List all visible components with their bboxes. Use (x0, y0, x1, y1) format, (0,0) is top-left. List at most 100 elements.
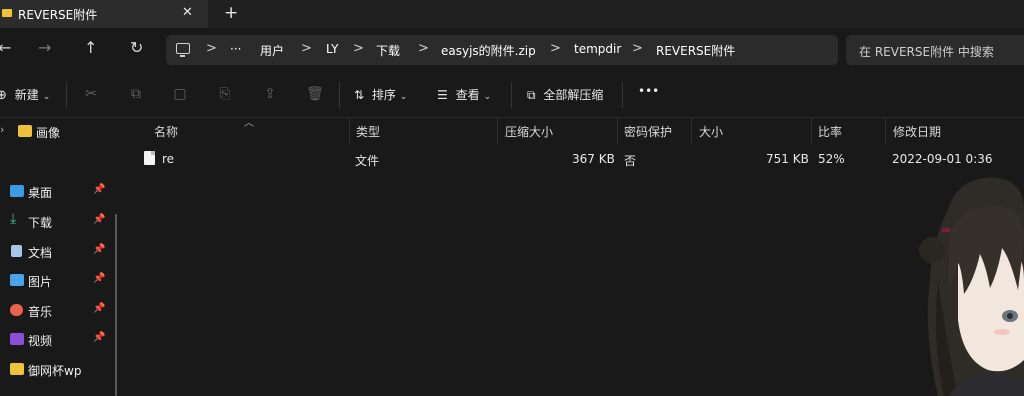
divider (511, 82, 512, 108)
breadcrumb-ly[interactable]: LY (326, 42, 338, 56)
cut-icon[interactable]: ✂ (82, 86, 100, 104)
sidebar-item-documents[interactable]: 文档 📌 (0, 240, 112, 264)
file-list: ︿ 名称 类型 压缩大小 密码保护 大小 比率 修改日期 re 文件 367 K… (126, 118, 1024, 396)
tab-reverse[interactable]: REVERSE附件 ✕ (0, 0, 208, 28)
navigation-pane: › 画像 桌面 📌 ⤓ 下载 📌 文档 📌 图片 📌 音乐 📌 视频 📌 御网杯… (0, 118, 126, 396)
file-icon (144, 151, 155, 165)
command-bar: ⊕ 新建 ⌄ ✂ ⧉ ▢ ⎘ ⇪ 🗑 ⇅ 排序 ⌄ ☰ 查看 ⌄ ⧉ 全部解压缩 ••… (0, 72, 1024, 118)
paste-icon[interactable]: ▢ (171, 86, 189, 104)
column-ratio[interactable]: 比率 (812, 118, 886, 144)
column-header-label: 名称 (154, 125, 179, 139)
sidebar-item-music[interactable]: 音乐 📌 (0, 299, 112, 323)
scrollbar[interactable] (115, 214, 117, 396)
divider (66, 82, 67, 108)
desktop-icon (10, 185, 24, 197)
sort-icon: ⇅ (354, 88, 365, 102)
refresh-icon[interactable]: ↻ (130, 38, 143, 57)
breadcrumb-current[interactable]: REVERSE附件 (656, 42, 735, 59)
sidebar-item-videos[interactable]: 视频 📌 (0, 328, 112, 352)
chevron-right-icon: > (301, 41, 312, 56)
chevron-right-icon: › (0, 123, 5, 136)
breadcrumb-zip[interactable]: easyjs的附件.zip (441, 42, 536, 59)
breadcrumb-tempdir[interactable]: tempdir (574, 42, 621, 56)
pin-icon: 📌 (93, 273, 106, 284)
sidebar-item-label: 画像 (36, 126, 61, 140)
navigation-bar: ← → ↑ ↻ > ··· 用户 > LY > 下载 > easyjs的附件.z… (0, 28, 1024, 72)
forward-icon[interactable]: → (38, 38, 51, 57)
sidebar-item-yuwangbei[interactable]: 御网杯wp (0, 358, 112, 382)
column-compressed-size[interactable]: 压缩大小 (498, 118, 618, 144)
computer-icon (176, 43, 190, 57)
divider (339, 82, 340, 108)
pin-icon: 📌 (93, 303, 106, 314)
more-options-button[interactable]: ••• (638, 84, 659, 98)
sidebar-item-pictures[interactable]: 图片 📌 (0, 269, 112, 293)
file-ratio: 52% (818, 152, 845, 166)
delete-icon[interactable]: 🗑 (306, 86, 324, 104)
document-icon (11, 245, 22, 257)
column-type[interactable]: 类型 (350, 118, 498, 144)
table-row[interactable]: re 文件 367 KB 否 751 KB 52% 2022-09-01 0:3… (126, 148, 1024, 172)
new-tab-button[interactable]: + (224, 3, 238, 23)
sidebar-item-label: 音乐 (28, 305, 53, 319)
pin-icon: 📌 (93, 184, 106, 195)
breadcrumb-downloads[interactable]: 下载 (376, 42, 400, 59)
chevron-right-icon: > (550, 41, 561, 56)
sort-label: 排序 (371, 88, 396, 102)
rename-icon[interactable]: ⎘ (216, 86, 234, 104)
music-icon (10, 304, 23, 316)
back-icon[interactable]: ← (0, 38, 11, 57)
pin-icon: 📌 (93, 244, 106, 255)
new-button[interactable]: ⊕ 新建 ⌄ (0, 86, 50, 103)
pin-icon: 📌 (93, 332, 106, 343)
share-icon[interactable]: ⇪ (261, 86, 279, 104)
folder-icon (2, 9, 12, 17)
picture-icon (10, 274, 24, 286)
tab-bar: REVERSE附件 ✕ + (0, 0, 1024, 28)
extract-all-button[interactable]: ⧉ 全部解压缩 (527, 86, 603, 103)
chevron-right-icon: > (353, 41, 364, 56)
copy-icon[interactable]: ⧉ (127, 86, 145, 104)
extract-icon: ⧉ (527, 88, 536, 102)
column-header-label: 密码保护 (624, 125, 673, 139)
sidebar-item-label: 文档 (28, 246, 53, 260)
breadcrumb-users[interactable]: 用户 (260, 42, 284, 59)
pin-icon: 📌 (93, 214, 106, 225)
divider (622, 82, 623, 108)
sidebar-item-downloads[interactable]: ⤓ 下载 📌 (0, 210, 112, 234)
view-label: 查看 (455, 88, 480, 102)
column-name[interactable]: 名称 (126, 118, 350, 144)
column-modified[interactable]: 修改日期 (886, 118, 1024, 144)
search-input[interactable]: 在 REVERSE附件 中搜索 (846, 35, 1024, 65)
view-button[interactable]: ☰ 查看 ⌄ (437, 86, 491, 103)
column-size[interactable]: 大小 (692, 118, 812, 144)
column-header-label: 大小 (699, 125, 724, 139)
folder-icon (18, 125, 32, 137)
file-compressed-size: 367 KB (572, 152, 615, 166)
sidebar-item-label: 图片 (28, 275, 53, 289)
chevron-down-icon: ⌄ (42, 92, 51, 102)
file-password: 否 (624, 154, 637, 168)
sort-button[interactable]: ⇅ 排序 ⌄ (354, 86, 407, 103)
address-bar[interactable]: > ··· 用户 > LY > 下载 > easyjs的附件.zip > tem… (166, 35, 838, 65)
column-header-label: 修改日期 (893, 125, 942, 139)
sidebar-item-desktop[interactable]: 桌面 📌 (0, 180, 112, 204)
close-icon[interactable]: ✕ (182, 5, 193, 20)
download-icon: ⤓ (10, 211, 17, 227)
file-type: 文件 (355, 154, 380, 168)
file-size: 751 KB (766, 152, 809, 166)
column-header-label: 比率 (818, 125, 843, 139)
video-icon (10, 333, 24, 345)
up-icon[interactable]: ↑ (84, 38, 97, 57)
view-icon: ☰ (437, 88, 448, 102)
column-header-label: 类型 (356, 125, 381, 139)
chevron-down-icon: ⌄ (399, 92, 408, 102)
sidebar-item-label: 下载 (28, 216, 53, 230)
sidebar-item-portraits[interactable]: › 画像 (0, 120, 120, 144)
breadcrumb-more[interactable]: ··· (230, 42, 241, 56)
chevron-right-icon: > (206, 41, 217, 56)
column-password[interactable]: 密码保护 (618, 118, 692, 144)
sidebar-item-label: 桌面 (28, 186, 53, 200)
sidebar-item-label: 御网杯wp (28, 364, 82, 378)
file-modified: 2022-09-01 0:36 (892, 152, 993, 166)
